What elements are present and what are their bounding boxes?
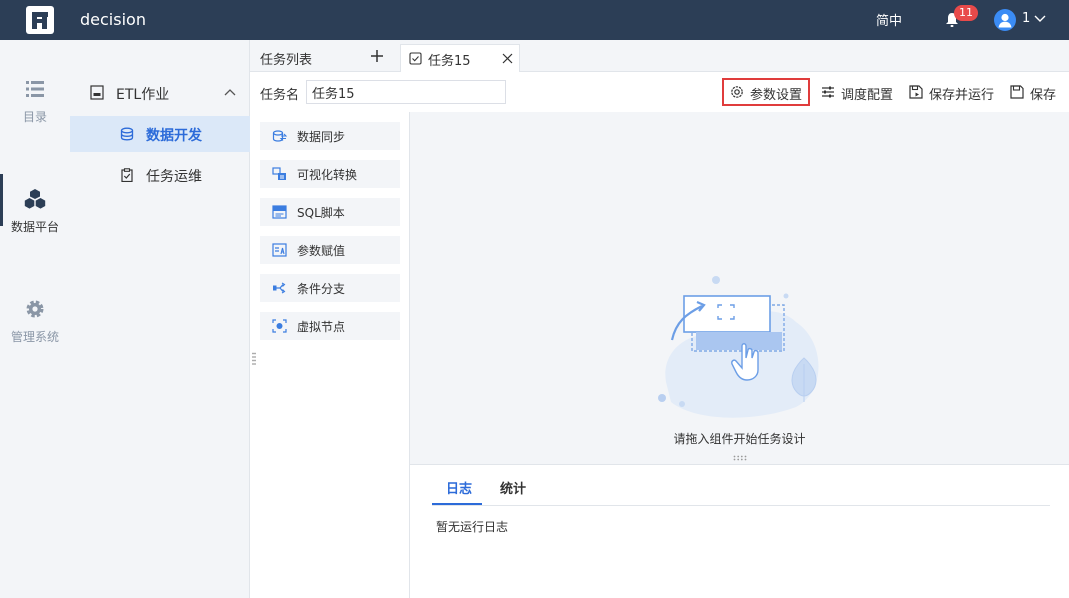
log-empty-text: 暂无运行日志 bbox=[436, 520, 509, 534]
palette-item-condition-branch[interactable]: 条件分支 bbox=[260, 274, 400, 302]
chevron-up-icon[interactable] bbox=[224, 88, 236, 96]
button-label: 调度配置 bbox=[841, 88, 894, 103]
user-name[interactable]: 1 bbox=[1022, 11, 1030, 26]
subnav-item-task-ops[interactable]: 任务运维 bbox=[70, 157, 250, 193]
palette-item-label: 虚拟节点 bbox=[297, 320, 346, 334]
list-icon bbox=[26, 81, 44, 97]
subnav-item-data-dev[interactable]: 数据开发 bbox=[70, 116, 250, 152]
subnav-group-etl[interactable]: ETL作业 bbox=[70, 78, 250, 108]
param-assign-icon bbox=[272, 243, 287, 257]
drag-handle-icon[interactable] bbox=[252, 352, 256, 366]
task-name-label: 任务名 bbox=[260, 88, 300, 103]
nav-label: 数据平台 bbox=[10, 220, 59, 234]
sub-nav: ETL作业 数据开发 任务运维 bbox=[70, 40, 250, 598]
data-sync-icon bbox=[272, 130, 287, 142]
palette-item-label: SQL脚本 bbox=[297, 206, 345, 220]
drag-illustration-icon bbox=[658, 276, 819, 418]
close-icon[interactable] bbox=[502, 53, 513, 64]
task-check-icon bbox=[409, 52, 422, 65]
save-icon bbox=[1010, 85, 1024, 99]
schedule-config-button[interactable]: 调度配置 bbox=[813, 78, 899, 106]
save-and-run-button[interactable]: 保存并运行 bbox=[901, 78, 997, 106]
palette-item-virtual-node[interactable]: 虚拟节点 bbox=[260, 312, 400, 340]
palette-item-label: 参数赋值 bbox=[297, 244, 346, 258]
button-label: 保存并运行 bbox=[929, 88, 995, 103]
nav-item-catalog[interactable]: 目录 bbox=[0, 78, 70, 148]
log-panel: 日志 统计 暂无运行日志 bbox=[410, 464, 1069, 598]
empty-canvas-hint: 请拖入组件开始任务设计 bbox=[673, 432, 806, 446]
tab-task-15[interactable]: 任务15 bbox=[400, 44, 520, 73]
palette-item-label: 可视化转换 bbox=[297, 168, 358, 182]
tab-label: 任务15 bbox=[428, 54, 471, 69]
notification-badge: 11 bbox=[954, 5, 978, 21]
logo-icon bbox=[26, 6, 54, 34]
virtual-node-icon bbox=[272, 319, 287, 333]
tab-statistics[interactable]: 统计 bbox=[500, 478, 526, 497]
settings-icon bbox=[731, 86, 743, 98]
top-header: decision 简中 11 1 bbox=[0, 0, 1069, 40]
user-icon bbox=[998, 13, 1012, 28]
save-run-icon bbox=[909, 85, 923, 99]
tab-task-list[interactable]: 任务列表 bbox=[250, 40, 400, 72]
subnav-item-label: 任务运维 bbox=[146, 169, 202, 185]
param-settings-button[interactable]: 参数设置 bbox=[722, 78, 810, 106]
resize-handle-icon[interactable] bbox=[733, 455, 747, 461]
palette-item-label: 数据同步 bbox=[297, 130, 346, 144]
active-tab-indicator bbox=[432, 503, 482, 505]
plus-icon[interactable] bbox=[370, 49, 384, 63]
palette-item-visual-transform[interactable]: 可视化转换 bbox=[260, 160, 400, 188]
tab-label: 任务列表 bbox=[260, 53, 313, 68]
tabs-bar: 任务列表 任务15 bbox=[250, 40, 1069, 73]
avatar[interactable] bbox=[994, 9, 1016, 31]
cubes-icon bbox=[24, 189, 46, 209]
palette-item-param-assign[interactable]: 参数赋值 bbox=[260, 236, 400, 264]
palette-item-sql-script[interactable]: SQL脚本 bbox=[260, 198, 400, 226]
branch-icon bbox=[273, 282, 286, 294]
gear-icon bbox=[26, 300, 44, 318]
visual-transform-icon bbox=[272, 167, 286, 180]
chevron-down-icon[interactable] bbox=[1034, 14, 1046, 24]
main-nav: 目录 数据平台 管理系统 bbox=[0, 40, 70, 598]
save-button[interactable]: 保存 bbox=[1002, 78, 1062, 106]
nav-label: 管理系统 bbox=[10, 330, 59, 344]
component-palette: 数据同步 可视化转换 SQL脚本 参数赋值 条件分支 虚拟节点 bbox=[250, 112, 410, 598]
palette-item-data-sync[interactable]: 数据同步 bbox=[260, 122, 400, 150]
etl-doc-icon bbox=[90, 85, 104, 100]
nav-item-admin[interactable]: 管理系统 bbox=[0, 298, 70, 368]
language-switcher[interactable]: 简中 bbox=[876, 10, 902, 29]
button-label: 参数设置 bbox=[750, 88, 803, 103]
tab-log[interactable]: 日志 bbox=[446, 478, 472, 497]
subnav-group-label: ETL作业 bbox=[116, 87, 170, 103]
app-title: decision bbox=[80, 10, 146, 29]
nav-item-data-platform[interactable]: 数据平台 bbox=[0, 174, 70, 258]
button-label: 保存 bbox=[1030, 88, 1057, 103]
design-canvas[interactable]: 请拖入组件开始任务设计 bbox=[410, 112, 1069, 464]
database-icon bbox=[120, 127, 134, 141]
sliders-icon bbox=[822, 86, 834, 98]
task-name-input[interactable] bbox=[306, 80, 506, 104]
palette-item-label: 条件分支 bbox=[297, 282, 346, 296]
clipboard-icon bbox=[121, 168, 133, 182]
subnav-item-label: 数据开发 bbox=[146, 128, 202, 144]
task-editor: 任务名 参数设置 调度配置 保存并运行 bbox=[250, 72, 1069, 598]
sql-script-icon bbox=[272, 205, 287, 219]
log-tab-divider bbox=[432, 505, 1050, 506]
nav-label: 目录 bbox=[22, 110, 47, 124]
task-toolbar: 任务名 参数设置 调度配置 保存并运行 bbox=[250, 72, 1069, 112]
